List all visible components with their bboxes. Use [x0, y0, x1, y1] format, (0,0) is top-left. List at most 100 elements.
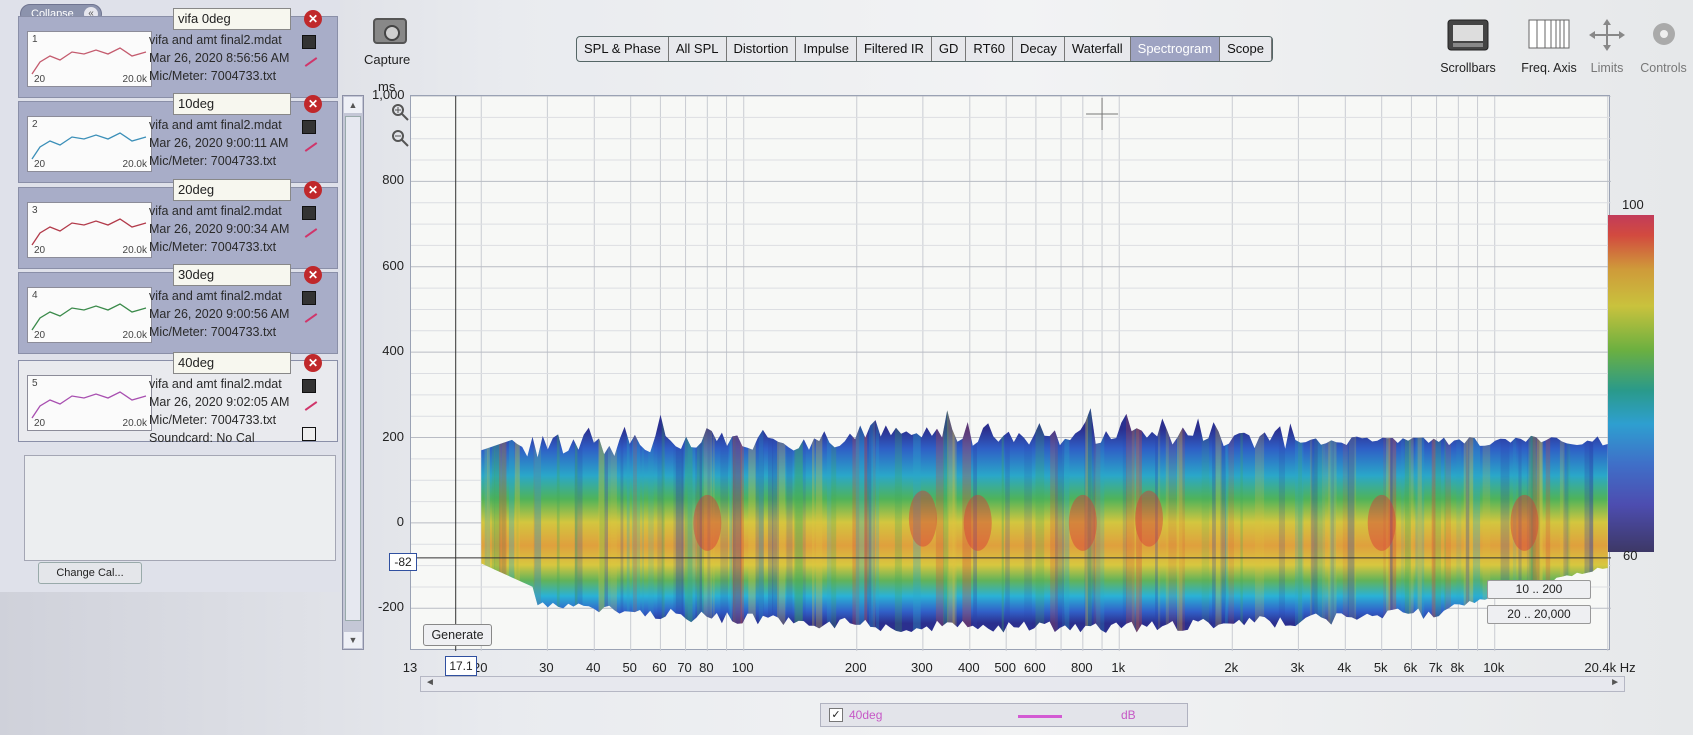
measurement-index: 4	[32, 290, 38, 301]
x-cursor-readout[interactable]: 17.1	[445, 656, 477, 676]
tab-scope[interactable]: Scope	[1220, 37, 1272, 61]
color-pen-icon[interactable]	[304, 57, 318, 67]
scroll-down-icon[interactable]: ▼	[344, 632, 362, 648]
tab-distortion[interactable]: Distortion	[727, 37, 797, 61]
close-icon[interactable]: ✕	[304, 95, 322, 113]
close-icon[interactable]: ✕	[304, 354, 322, 372]
tab-filtered-ir[interactable]: Filtered IR	[857, 37, 932, 61]
zoom-out-icon[interactable]	[390, 128, 410, 151]
tab-spl-phase[interactable]: SPL & Phase	[577, 37, 669, 61]
measurement-thumbnail[interactable]: 5 20 20.0k	[27, 375, 152, 431]
graph-tab-bar: SPL & Phase All SPL Distortion Impulse Filte…	[576, 36, 1273, 62]
x-tick-label: 1k	[1111, 660, 1126, 675]
measurement-thumbnail[interactable]: 4 20 20.0k	[27, 287, 152, 343]
x-tick-label: 8k	[1450, 660, 1465, 675]
color-pen-icon[interactable]	[304, 313, 318, 323]
limits-icon	[1589, 19, 1625, 51]
generate-button[interactable]: Generate	[423, 624, 492, 646]
measurement-date: Mar 26, 2020 9:00:11 AM	[149, 136, 289, 150]
scrollbars-button[interactable]: Scrollbars	[1428, 18, 1508, 75]
tab-impulse[interactable]: Impulse	[796, 37, 857, 61]
measurement-thumbnail[interactable]: 1 20 20.0k	[27, 31, 152, 87]
thumbnail-high-freq: 20.0k	[122, 74, 147, 85]
freq-axis-button[interactable]: Freq. Axis	[1514, 18, 1584, 75]
graph-legend: ✓ 40deg dB	[820, 703, 1188, 727]
y-tick-label: 400	[382, 343, 404, 359]
measurement-date: Mar 26, 2020 9:02:05 AM	[149, 395, 290, 409]
x-tick-label: 4k	[1337, 660, 1352, 675]
legend-checkbox[interactable]: ✓	[829, 708, 843, 722]
y-tick-label: 200	[382, 428, 404, 444]
save-icon[interactable]	[302, 35, 316, 49]
measurement-item[interactable]: 2 20 20.0k 10deg ✕ vifa and amt final2.mdat Ma…	[18, 93, 338, 183]
measurement-date: Mar 26, 2020 9:00:56 AM	[149, 307, 290, 321]
measurement-index: 3	[32, 205, 38, 216]
close-icon[interactable]: ✕	[304, 181, 322, 199]
tab-rt60[interactable]: RT60	[966, 37, 1013, 61]
limits-button[interactable]: Limits	[1582, 18, 1632, 75]
measurement-index: 1	[32, 34, 38, 45]
save-icon[interactable]	[302, 291, 316, 305]
scroll-thumb[interactable]	[345, 116, 361, 621]
range-button-1[interactable]: 10 .. 200	[1487, 580, 1591, 599]
tab-decay[interactable]: Decay	[1013, 37, 1065, 61]
measurement-item[interactable]: 5 20 20.0k 40deg ✕ vifa and amt final2.mdat Ma…	[18, 352, 338, 445]
save-icon[interactable]	[302, 379, 316, 393]
thumbnail-high-freq: 20.0k	[122, 245, 147, 256]
y-tick-label: 800	[382, 172, 404, 188]
y-tick-label: -200	[377, 599, 404, 615]
measurement-thumbnail[interactable]: 3 20 20.0k	[27, 202, 152, 258]
close-icon[interactable]: ✕	[304, 10, 322, 28]
legend-unit: dB	[1121, 708, 1136, 722]
tab-waterfall[interactable]: Waterfall	[1065, 37, 1131, 61]
measurement-item[interactable]: 1 20 20.0k vifa 0deg ✕ vifa and amt final2.md…	[18, 8, 338, 98]
range-button-2[interactable]: 20 .. 20,000	[1487, 605, 1591, 624]
measurement-item[interactable]: 4 20 20.0k 30deg ✕ vifa and amt final2.mdat Ma…	[18, 264, 338, 354]
notes-area[interactable]	[24, 455, 336, 561]
spectrogram-plot[interactable]	[392, 95, 1611, 651]
y-cursor-readout[interactable]: -82	[389, 553, 417, 571]
scroll-right-icon[interactable]: ►	[1610, 677, 1620, 688]
limits-label: Limits	[1590, 61, 1624, 75]
measurement-item[interactable]: 3 20 20.0k 20deg ✕ vifa and amt final2.mdat Ma…	[18, 179, 338, 269]
measurement-file: vifa and amt final2.mdat	[149, 204, 282, 218]
y-tick-label: 1,000	[372, 87, 405, 102]
measurement-thumbnail[interactable]: 2 20 20.0k	[27, 116, 152, 172]
x-tick-label: 200	[844, 660, 867, 675]
zoom-in-icon[interactable]	[390, 102, 410, 125]
tab-spectrogram[interactable]: Spectrogram	[1130, 37, 1221, 61]
tab-all-spl[interactable]: All SPL	[669, 37, 727, 61]
horizontal-scrollbar[interactable]: ◄ ►	[420, 676, 1625, 692]
color-pen-icon[interactable]	[304, 401, 318, 411]
vertical-scrollbar[interactable]: ▲ ▼	[342, 95, 364, 650]
notes-icon[interactable]	[302, 427, 316, 441]
measurement-file: vifa and amt final2.mdat	[149, 33, 282, 47]
measurement-file: vifa and amt final2.mdat	[149, 118, 282, 132]
measurement-soundcard: Soundcard: No Cal	[149, 431, 255, 445]
measurement-file: vifa and amt final2.mdat	[149, 377, 282, 391]
measurement-mic: Mic/Meter: 7004733.txt	[149, 69, 277, 83]
change-cal-button[interactable]: Change Cal...	[38, 562, 142, 584]
thumbnail-low-freq: 20	[34, 330, 46, 341]
measurement-name-field[interactable]: 30deg	[173, 264, 291, 286]
color-pen-icon[interactable]	[304, 228, 318, 238]
x-tick-label: 400	[957, 660, 980, 675]
measurement-name-field[interactable]: 40deg	[173, 352, 291, 374]
measurement-date: Mar 26, 2020 8:56:56 AM	[149, 51, 290, 65]
camera-icon[interactable]	[373, 18, 407, 44]
save-icon[interactable]	[302, 120, 316, 134]
colorbar-max-label: 100	[1622, 197, 1644, 212]
gear-icon	[1652, 23, 1675, 45]
scroll-up-icon[interactable]: ▲	[344, 97, 362, 113]
scroll-left-icon[interactable]: ◄	[425, 677, 435, 688]
close-icon[interactable]: ✕	[304, 266, 322, 284]
measurement-name-field[interactable]: vifa 0deg	[173, 8, 291, 30]
measurement-name-field[interactable]: 20deg	[173, 179, 291, 201]
tab-gd[interactable]: GD	[932, 37, 967, 61]
measurement-mic: Mic/Meter: 7004733.txt	[149, 325, 277, 339]
measurement-name-field[interactable]: 10deg	[173, 93, 291, 115]
controls-button[interactable]: Controls	[1634, 18, 1693, 75]
x-tick-label: 3k	[1290, 660, 1305, 675]
save-icon[interactable]	[302, 206, 316, 220]
color-pen-icon[interactable]	[304, 142, 318, 152]
